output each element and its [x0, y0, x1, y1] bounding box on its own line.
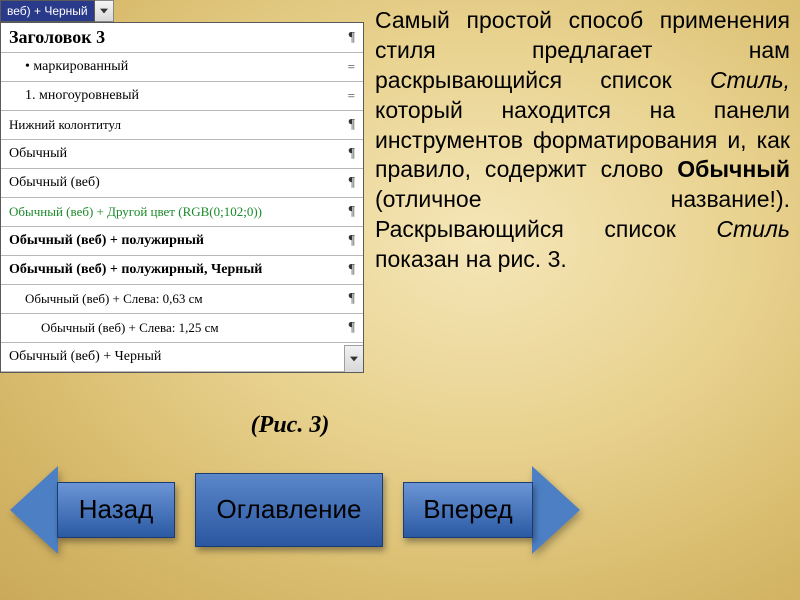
toc-label: Оглавление: [195, 473, 383, 547]
pilcrow-icon: ¶: [349, 117, 355, 133]
figure-caption: (Рис. 3): [240, 412, 340, 438]
scroll-down-icon[interactable]: [344, 345, 363, 372]
style-normal-web-black[interactable]: Обычный (веб) + Черный ¶: [1, 343, 363, 372]
style-label: Обычный (веб) + полужирный, Черный: [9, 262, 262, 278]
forward-label: Вперед: [403, 482, 533, 538]
style-footer[interactable]: Нижний колонтитул ¶: [1, 111, 363, 140]
style-heading3[interactable]: Заголовок 3 ¶: [1, 23, 363, 53]
toc-button[interactable]: Оглавление: [195, 465, 383, 555]
style-label: Обычный (веб) + Слева: 0,63 см: [25, 291, 203, 307]
list-marker-icon: =: [348, 59, 355, 75]
nav-arrows: Назад Оглавление Вперед: [10, 465, 580, 555]
desc-part4: показан на рис. 3.: [375, 246, 567, 272]
style-label: Обычный: [9, 146, 67, 162]
back-button[interactable]: Назад: [10, 465, 175, 555]
forward-button[interactable]: Вперед: [403, 465, 580, 555]
style-numbered[interactable]: 1. многоуровневый =: [1, 82, 363, 111]
back-label: Назад: [57, 482, 175, 538]
style-label: Заголовок 3: [9, 27, 105, 48]
pilcrow-icon: ¶: [349, 233, 355, 249]
desc-style-word: Стиль,: [710, 67, 790, 93]
description-text: Самый простой способ применения стиля пр…: [375, 6, 790, 275]
pilcrow-icon: ¶: [349, 30, 355, 46]
style-label: 1. многоуровневый: [25, 88, 139, 104]
arrow-right-icon: [532, 466, 580, 554]
pilcrow-icon: ¶: [349, 262, 355, 278]
style-label: Нижний колонтитул: [9, 117, 121, 133]
style-label: Обычный (веб): [9, 175, 100, 191]
desc-style-word2: Стиль: [716, 216, 790, 242]
style-label: маркированный: [25, 59, 128, 75]
style-normal-web-bold-black[interactable]: Обычный (веб) + полужирный, Черный ¶: [1, 256, 363, 285]
arrow-left-icon: [10, 466, 58, 554]
pilcrow-icon: ¶: [349, 291, 355, 307]
style-label: Обычный (веб) + полужирный: [9, 233, 204, 249]
style-label: Обычный (веб) + Другой цвет (RGB(0;102;0…: [9, 204, 262, 220]
style-normal-web-indent-063[interactable]: Обычный (веб) + Слева: 0,63 см ¶: [1, 285, 363, 314]
dropdown-selected-text: веб) + Черный: [0, 0, 95, 22]
style-normal-web[interactable]: Обычный (веб) ¶: [1, 169, 363, 198]
pilcrow-icon: ¶: [349, 204, 355, 220]
style-list-panel: Заголовок 3 ¶ маркированный = 1. многоур…: [0, 22, 364, 373]
style-normal-web-indent-125[interactable]: Обычный (веб) + Слева: 1,25 см ¶: [1, 314, 363, 343]
list-marker-icon: =: [348, 88, 355, 104]
style-normal-web-bold[interactable]: Обычный (веб) + полужирный ¶: [1, 227, 363, 256]
chevron-down-icon[interactable]: [95, 0, 114, 22]
style-dropdown-selector[interactable]: веб) + Черный: [0, 0, 114, 22]
pilcrow-icon: ¶: [349, 175, 355, 191]
style-label: Обычный (веб) + Слева: 1,25 см: [41, 320, 219, 336]
pilcrow-icon: ¶: [349, 146, 355, 162]
style-normal-web-color[interactable]: Обычный (веб) + Другой цвет (RGB(0;102;0…: [1, 198, 363, 227]
style-label: Обычный (веб) + Черный: [9, 349, 161, 365]
desc-bold-word: Обычный: [677, 156, 790, 182]
pilcrow-icon: ¶: [349, 320, 355, 336]
style-normal[interactable]: Обычный ¶: [1, 140, 363, 169]
style-bulleted[interactable]: маркированный =: [1, 53, 363, 82]
